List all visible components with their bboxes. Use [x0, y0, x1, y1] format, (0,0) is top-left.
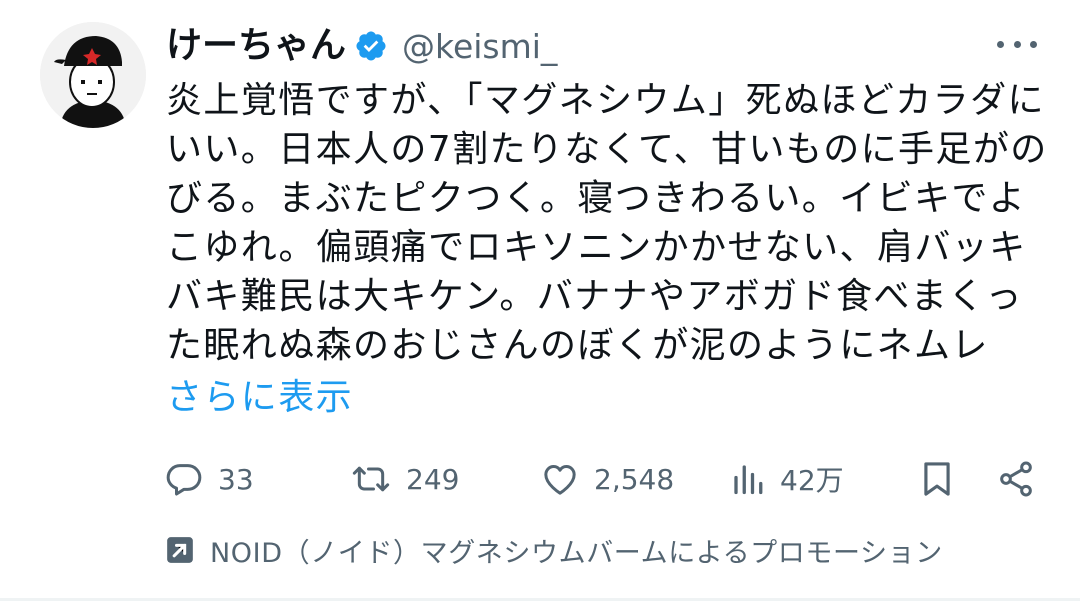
tweet-header: けーちゃん @keismi_	[166, 18, 557, 74]
tweet-text-line: びる。まぶたピクつく。寝つきわるい。イビキでよ	[166, 178, 1027, 219]
promotion-text: NOID（ノイド）マグネシウムバームによるプロモーション	[210, 537, 943, 569]
heart-icon	[544, 465, 576, 495]
like-count: 2,548	[594, 462, 675, 496]
dot	[997, 40, 1004, 48]
tweet-actions: 33 249 2,548 42万	[160, 454, 1040, 504]
display-name[interactable]: けーちゃん	[166, 28, 346, 64]
tweet-text-line: 炎上覚悟ですが、「マグネシウム」死ぬほどカラダに	[166, 80, 1045, 121]
analytics-icon	[734, 465, 763, 495]
more-options-icon[interactable]	[997, 34, 1037, 54]
like-button[interactable]: 2,548	[540, 454, 674, 504]
retweet-button[interactable]: 249	[350, 454, 459, 504]
promoted-label[interactable]: NOID（ノイド）マグネシウムバームによるプロモーション	[166, 530, 943, 570]
bookmark-icon	[924, 462, 950, 496]
avatar[interactable]	[40, 22, 146, 128]
reply-button[interactable]: 33	[164, 454, 254, 504]
share-button[interactable]	[996, 454, 1036, 504]
views-button[interactable]: 42万	[730, 454, 844, 504]
reply-count: 33	[218, 462, 254, 496]
bookmark-button[interactable]	[918, 454, 956, 504]
reply-icon	[166, 464, 202, 496]
show-more-link[interactable]: さらに表示	[166, 373, 1046, 422]
dot	[1030, 40, 1037, 48]
avatar-illustration	[40, 22, 146, 128]
tweet-text-line: バキ難民は大キケン。バナナやアボガド食べまくっ	[166, 276, 1023, 317]
promoted-arrow-icon	[167, 537, 193, 563]
tweet-text: 炎上覚悟ですが、「マグネシウム」死ぬほどカラダに いい。日本人の7割たりなくて、…	[166, 76, 1046, 422]
retweet-icon	[352, 466, 390, 492]
dot	[1013, 40, 1021, 48]
share-icon	[1000, 461, 1032, 497]
tweet-text-line: こゆれ。偏頭痛でロキソニンかかせない、肩バッキ	[166, 227, 1027, 268]
tweet-text-line: た眠れぬ森のおじさんのぼくが泥のようにネムレ	[166, 325, 989, 366]
views-count: 42万	[780, 464, 844, 497]
tweet-text-line: いい。日本人の7割たりなくて、甘いものに手足がの	[166, 129, 1048, 170]
user-handle[interactable]: @keismi_	[402, 30, 557, 63]
verified-badge-icon	[354, 29, 388, 63]
retweet-count: 249	[406, 462, 460, 496]
